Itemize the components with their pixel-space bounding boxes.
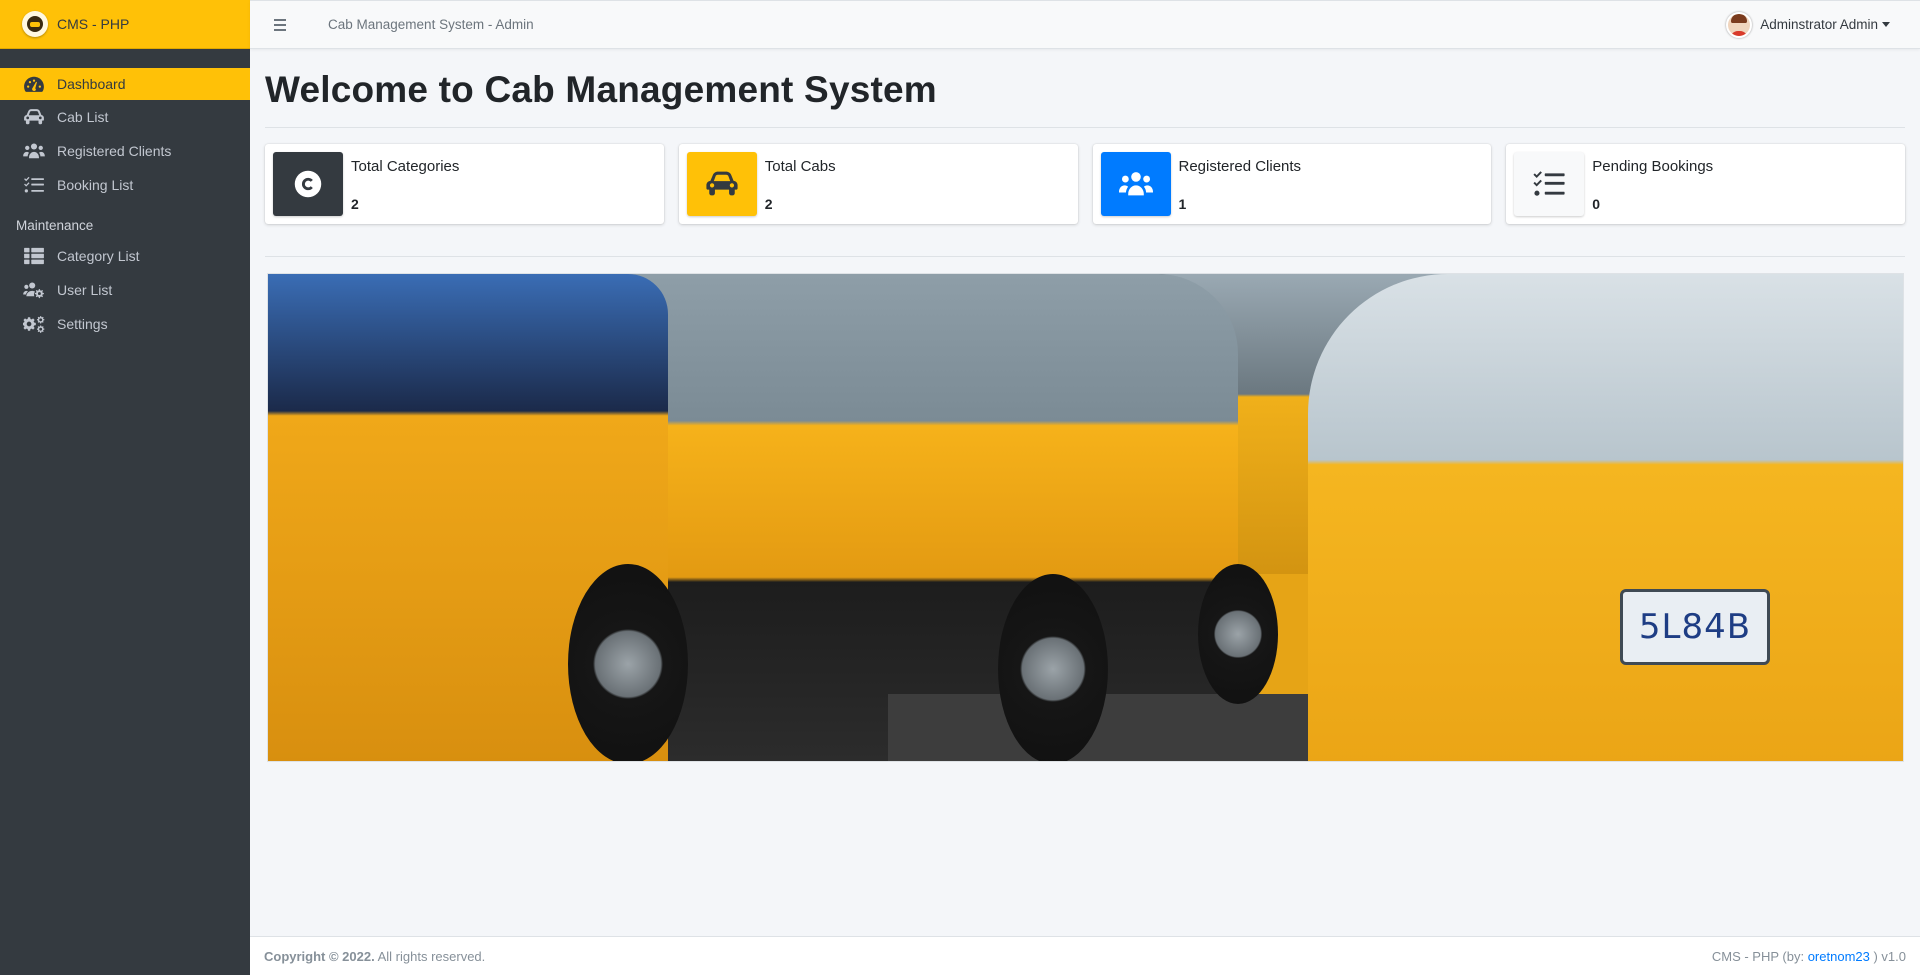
sidebar-nav: Dashboard Cab List Registered Clients Bo…	[0, 49, 250, 341]
author-link[interactable]: oretnom23	[1808, 949, 1870, 964]
sidebar-item-label: Dashboard	[57, 76, 126, 92]
caret-down-icon	[1882, 22, 1890, 27]
footer-prefix: CMS - PHP (by:	[1711, 948, 1805, 964]
users-icon	[1100, 152, 1171, 216]
brand-link[interactable]: CMS - PHP	[0, 0, 250, 49]
sidebar-item-label: Registered Clients	[57, 143, 172, 159]
tachometer-icon	[22, 75, 46, 93]
footer-suffix: ) v1.0	[1873, 948, 1906, 964]
info-box-value: 1	[1178, 196, 1187, 212]
sidebar-item-dashboard[interactable]: Dashboard	[0, 68, 250, 100]
tasks-icon	[1514, 152, 1585, 216]
sidebar-item-user-list[interactable]: User List	[0, 273, 250, 307]
footer-version: CMS - PHP (by: oretnom23 ) v1.0	[1712, 949, 1906, 964]
user-menu-dropdown[interactable]: Adminstrator Admin	[1726, 11, 1890, 38]
info-box-label: Pending Bookings	[1592, 158, 1714, 175]
top-navbar: Cab Management System - Admin Adminstrat…	[250, 0, 1920, 49]
divider	[265, 127, 1905, 128]
wheel-shape	[998, 574, 1108, 761]
sidebar-item-booking-list[interactable]: Booking List	[0, 168, 250, 202]
info-box-value: 0	[1592, 196, 1601, 212]
tasks-icon	[22, 176, 46, 194]
users-cog-icon	[22, 281, 46, 299]
info-box-label: Total Categories	[351, 158, 460, 175]
info-box-pending-bookings: Pending Bookings 0	[1506, 144, 1905, 224]
footer: Copyright © 2022. All rights reserved. C…	[250, 936, 1920, 975]
sidebar-item-cab-list[interactable]: Cab List	[0, 100, 250, 134]
wheel-shape	[568, 564, 688, 761]
sidebar-item-settings[interactable]: Settings	[0, 307, 250, 341]
wheel-shape	[1198, 564, 1278, 704]
users-icon	[22, 142, 46, 160]
page-title: Welcome to Cab Management System	[265, 69, 937, 110]
car-icon	[686, 152, 757, 216]
main-content: Welcome to Cab Management System Total C…	[265, 49, 1905, 762]
info-box-label: Total Cabs	[764, 158, 836, 175]
th-list-icon	[22, 247, 46, 265]
sidebar-item-label: Category List	[57, 248, 140, 264]
car-icon	[22, 108, 46, 126]
footer-copyright: Copyright © 2022. All rights reserved.	[264, 949, 485, 964]
divider	[265, 256, 1905, 257]
info-boxes-row: Total Categories 2 Total Cabs 2 Register…	[265, 144, 1905, 224]
brand-name: CMS - PHP	[57, 16, 130, 32]
avatar	[1726, 11, 1753, 38]
info-box-registered-clients: Registered Clients 1	[1092, 144, 1492, 224]
cogs-icon	[22, 315, 46, 333]
info-box-label: Registered Clients	[1178, 158, 1302, 175]
sidebar-item-category-list[interactable]: Category List	[0, 239, 250, 273]
main-sidebar: CMS - PHP Dashboard Cab List Registered …	[0, 0, 250, 975]
info-box-value: 2	[764, 196, 773, 212]
sidebar-item-label: Booking List	[57, 177, 134, 193]
copyright-icon	[273, 152, 343, 216]
sidebar-item-registered-clients[interactable]: Registered Clients	[0, 134, 250, 168]
copyright-rest: All rights reserved.	[377, 948, 486, 964]
info-box-total-cabs: Total Cabs 2	[678, 144, 1078, 224]
copyright-strong: Copyright © 2022.	[264, 948, 375, 964]
brand-logo-icon	[22, 11, 48, 37]
sidebar-item-label: User List	[57, 282, 113, 298]
sidebar-item-label: Cab List	[57, 109, 109, 125]
sidebar-section-maintenance: Maintenance	[16, 218, 94, 233]
hamburger-menu-icon[interactable]	[274, 18, 296, 31]
user-name: Adminstrator Admin	[1760, 17, 1878, 32]
sidebar-item-label: Settings	[57, 316, 108, 332]
system-title: Cab Management System - Admin	[328, 17, 534, 32]
taxi-shape	[1308, 274, 1903, 761]
license-plate: 5L84B	[1620, 589, 1770, 665]
banner-image-taxis: 5L84B	[267, 273, 1904, 762]
info-box-value: 2	[351, 196, 359, 212]
info-box-total-categories: Total Categories 2	[265, 144, 664, 224]
